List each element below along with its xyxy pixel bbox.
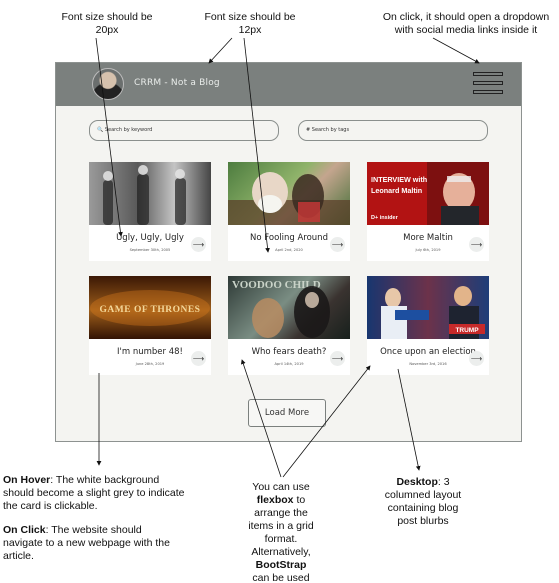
- hamburger-icon[interactable]: [473, 72, 503, 96]
- card-image: INTERVIEW with Leonard Maltin D+ insider: [367, 162, 489, 225]
- blog-card[interactable]: TRUMP Once upon an election November 3rd…: [367, 276, 489, 375]
- blog-card[interactable]: GAME OF THRONES I'm number 48! June 28th…: [89, 276, 211, 375]
- site-title: CRRM - Not a Blog: [134, 78, 220, 88]
- image-text: TRUMP: [455, 327, 479, 334]
- image-text: GAME OF THRONES: [100, 305, 201, 315]
- blog-card[interactable]: INTERVIEW with Leonard Maltin D+ insider…: [367, 162, 489, 261]
- blog-card[interactable]: Ugly, Ugly, Ugly September 30th, 2005 ⟶: [89, 162, 211, 261]
- arrow-right-icon[interactable]: ⟶: [469, 237, 484, 252]
- tag-search-input[interactable]: # Search by tags: [298, 120, 488, 141]
- arrow-right-icon[interactable]: ⟶: [191, 237, 206, 252]
- top-navbar: CRRM - Not a Blog: [56, 63, 521, 106]
- load-more-button[interactable]: Load More: [248, 399, 326, 427]
- card-image: GAME OF THRONES: [89, 276, 211, 339]
- card-image: TRUMP: [367, 276, 489, 339]
- blog-card[interactable]: VOODOO CHILD Who fears death? April 14th…: [228, 276, 350, 375]
- arrow-right-icon[interactable]: ⟶: [330, 237, 345, 252]
- keyword-search-input[interactable]: 🔍 Search by keyword: [89, 120, 279, 141]
- card-image: VOODOO CHILD: [228, 276, 350, 339]
- image-text: D+ insider: [371, 215, 399, 221]
- arrow-right-icon[interactable]: ⟶: [469, 351, 484, 366]
- card-image: [228, 162, 350, 225]
- wireframe-page: CRRM - Not a Blog 🔍 Search by keyword # …: [55, 62, 522, 442]
- image-text: INTERVIEW with: [371, 175, 427, 184]
- annotation-click: On Click: The website should navigate to…: [3, 524, 170, 562]
- arrow-right-icon[interactable]: ⟶: [330, 351, 345, 366]
- image-text: Leonard Maltin: [371, 186, 422, 195]
- card-image: [89, 162, 211, 225]
- annotation-hover: On Hover: The white background should be…: [3, 474, 185, 512]
- avatar: [92, 68, 124, 100]
- annotation-flexbox: You can use flexbox to arrange the items…: [248, 481, 314, 583]
- arrow-right-icon[interactable]: ⟶: [191, 351, 206, 366]
- annotation-dropdown: On click, it should open a dropdown with…: [382, 11, 550, 36]
- blog-card[interactable]: No Fooling Around April 2nd, 2020 ⟶: [228, 162, 350, 261]
- annotation-font12: Font size should be 12px: [204, 11, 296, 36]
- annotation-font20: Font size should be 20px: [61, 11, 153, 36]
- annotation-desktop: Desktop: 3 columned layout containing bl…: [384, 476, 462, 527]
